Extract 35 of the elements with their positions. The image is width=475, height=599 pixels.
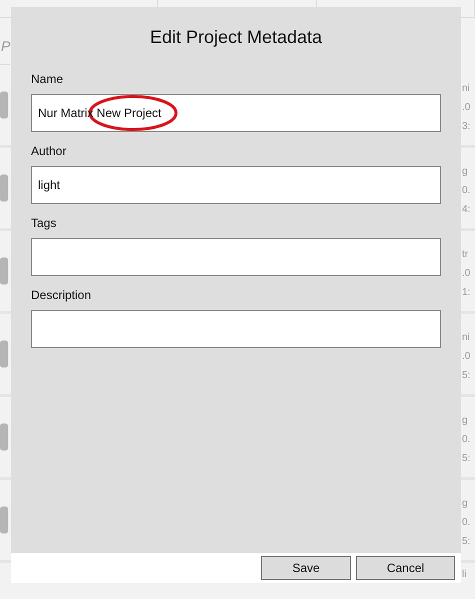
project-detail: li [462,569,468,582]
project-detail: 5: [462,452,472,464]
project-detail: ni [462,332,471,342]
project-detail: ni [462,82,471,94]
file-icon [0,339,9,369]
file-icon [0,422,9,452]
project-detail: 5: [462,536,472,546]
project-detail: .0 [462,102,472,112]
project-detail: .0 [462,350,472,362]
project-detail: 0. [462,434,472,444]
file-icon [0,173,9,203]
dialog-button[interactable]: Cancel [356,556,455,580]
project-detail: tr [462,248,470,260]
field-label: Description [31,288,92,302]
project-detail: 5: [462,370,472,380]
project-detail: 0. [462,516,472,528]
file-icon [0,505,9,535]
project-detail: g [462,414,469,426]
input-field[interactable] [31,238,441,276]
project-detail: 4: [462,204,472,214]
field-label: Name [31,72,64,86]
field-label: Author [31,144,68,158]
project-detail: .0 [462,268,472,278]
dialog-title: Edit Project Metadata [148,27,324,48]
file-icon [0,256,9,286]
project-detail: 0. [462,184,472,196]
file-icon [0,90,9,120]
input-field[interactable] [31,310,441,348]
project-detail: 1: [462,286,472,298]
input-field[interactable]: light [31,166,441,204]
project-detail: 3: [462,120,472,132]
project-detail: g [462,498,469,508]
dialog-button[interactable]: Save [261,556,351,580]
field-label: Tags [31,216,58,230]
project-detail: g [462,166,469,176]
